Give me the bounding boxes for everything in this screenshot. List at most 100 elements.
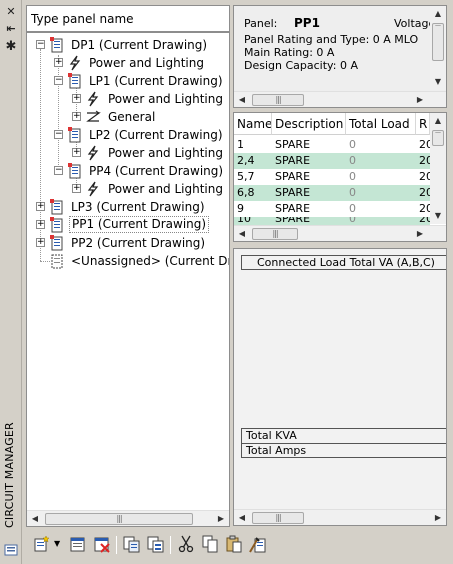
power-lighting-icon	[87, 145, 99, 161]
table-row[interactable]: 10 SPARE 0 20	[234, 217, 430, 225]
table-row[interactable]: 1 SPARE 0 20	[234, 137, 430, 153]
tree-item-label: LP3 (Current Drawing)	[71, 200, 205, 214]
tree-item-label: Power and Lighting	[89, 56, 204, 70]
expand-icon[interactable]: +	[72, 184, 81, 193]
tree-item-lp1[interactable]: − LP1 (Current Drawing)	[27, 72, 229, 90]
tree-item-lp2-power-lighting[interactable]: + Power and Lighting	[27, 144, 229, 162]
panel-value: PP1	[294, 16, 320, 30]
cell-total-load: 0	[349, 138, 356, 151]
expand-icon[interactable]: +	[36, 238, 45, 247]
auto-hide-icon[interactable]: ⇤	[4, 22, 18, 36]
scroll-thumb[interactable]: —	[432, 23, 444, 61]
properties-gear-icon[interactable]: ✱	[4, 40, 18, 54]
tree-item-label: PP4 (Current Drawing)	[89, 164, 224, 178]
info-horizontal-scrollbar[interactable]: ◀ ||| ▶	[234, 91, 446, 107]
column-header-description[interactable]: Description	[272, 113, 346, 135]
column-header-name[interactable]: Name	[234, 113, 272, 135]
table-row[interactable]: 5,7 SPARE 0 20	[234, 169, 430, 185]
cell-r: 20	[419, 170, 430, 183]
scroll-right-icon[interactable]: ▶	[430, 510, 446, 525]
select-circuit-icon[interactable]	[122, 534, 142, 554]
palette-title: CIRCUIT MANAGER	[3, 422, 16, 528]
tree-item-pp4[interactable]: − PP4 (Current Drawing)	[27, 162, 229, 180]
collapse-icon[interactable]: −	[54, 130, 63, 139]
dropdown-arrow-icon[interactable]: ▼	[54, 534, 64, 554]
cell-description: SPARE	[275, 186, 311, 199]
tree-item-pp4-power-lighting[interactable]: + Power and Lighting	[27, 180, 229, 198]
panel-search-input[interactable]	[27, 6, 229, 31]
column-header-total-load[interactable]: Total Load	[346, 113, 416, 135]
column-header-r[interactable]: R	[416, 113, 430, 135]
table-row[interactable]: 2,4 SPARE 0 20	[234, 153, 430, 169]
match-properties-icon[interactable]	[248, 534, 268, 554]
tree-item-pp1[interactable]: + PP1 (Current Drawing)	[27, 216, 229, 234]
panel-search-box[interactable]	[26, 5, 230, 32]
scroll-left-icon[interactable]: ◀	[234, 226, 250, 241]
scroll-left-icon[interactable]: ◀	[234, 92, 250, 107]
main-rating-line: Main Rating: 0 A	[244, 46, 335, 59]
connected-load-header: Connected Load Total VA (A,B,C)	[241, 255, 446, 270]
panel-tree[interactable]: − DP1 (Current Drawing) + Power and Ligh…	[26, 32, 230, 527]
scroll-right-icon[interactable]: ▶	[412, 92, 428, 107]
expand-icon[interactable]: +	[54, 58, 63, 67]
cell-description: SPARE	[275, 217, 311, 225]
circuit-table[interactable]: Name Description Total Load R 1 SPARE 0 …	[233, 112, 447, 242]
scroll-left-icon[interactable]: ◀	[234, 510, 250, 525]
tree-item-label: Power and Lighting	[108, 92, 223, 106]
expand-icon[interactable]: +	[72, 148, 81, 157]
tree-horizontal-scrollbar[interactable]: ◀ ||| ▶	[27, 510, 229, 526]
table-row[interactable]: 6,8 SPARE 0 20	[234, 185, 430, 201]
collapse-icon[interactable]: −	[54, 166, 63, 175]
tree-item-lp1-general[interactable]: + General	[27, 108, 229, 126]
cell-name: 2,4	[237, 154, 255, 167]
cell-description: SPARE	[275, 154, 311, 167]
scroll-thumb[interactable]: |||	[45, 513, 193, 525]
paste-icon[interactable]	[224, 534, 244, 554]
scroll-thumb[interactable]: |||	[252, 512, 304, 524]
palette-menu-icon[interactable]	[4, 543, 18, 557]
cell-total-load: 0	[349, 186, 356, 199]
expand-icon[interactable]: +	[72, 94, 81, 103]
scroll-thumb[interactable]: |||	[252, 228, 298, 240]
panel-rating-line: Panel Rating and Type: 0 A MLO	[244, 33, 419, 46]
tree-item-label-selected: PP1 (Current Drawing)	[69, 216, 210, 233]
tree-item-lp2[interactable]: − LP2 (Current Drawing)	[27, 126, 229, 144]
load-horizontal-scrollbar[interactable]: ◀ ||| ▶	[234, 509, 446, 525]
tree-item-lp1-power-lighting[interactable]: + Power and Lighting	[27, 90, 229, 108]
total-amps-label: Total Amps	[241, 443, 446, 458]
cell-r: 20	[419, 186, 430, 199]
cut-icon[interactable]	[176, 534, 196, 554]
new-panel-icon[interactable]	[32, 534, 52, 554]
tree-item-dp1-power-lighting[interactable]: + Power and Lighting	[27, 54, 229, 72]
collapse-icon[interactable]: −	[36, 40, 45, 49]
expand-icon[interactable]: +	[36, 202, 45, 211]
info-vertical-scrollbar[interactable]: ▲ — ▼	[430, 6, 446, 90]
scroll-up-icon[interactable]: ▲	[430, 113, 446, 129]
expand-icon[interactable]: +	[36, 220, 45, 229]
tree-item-label: Power and Lighting	[108, 146, 223, 160]
scroll-down-icon[interactable]: ▼	[430, 74, 446, 90]
close-icon[interactable]: ✕	[4, 5, 18, 19]
scroll-left-icon[interactable]: ◀	[27, 511, 43, 526]
tree-item-unassigned[interactable]: <Unassigned> (Current Drawi	[27, 252, 229, 270]
expand-icon[interactable]: +	[72, 112, 81, 121]
cell-total-load: 0	[349, 154, 356, 167]
collapse-icon[interactable]: −	[54, 76, 63, 85]
cell-r: 20	[419, 217, 430, 225]
scroll-thumb[interactable]: —	[432, 130, 444, 146]
scroll-up-icon[interactable]: ▲	[430, 6, 446, 22]
delete-circuit-icon[interactable]	[92, 534, 112, 554]
panel-schedule-icon[interactable]	[68, 534, 88, 554]
table-row[interactable]: 9 SPARE 0 20	[234, 201, 430, 217]
tree-item-lp3[interactable]: + LP3 (Current Drawing)	[27, 198, 229, 216]
table-horizontal-scrollbar[interactable]: ◀ ||| ▶	[234, 225, 446, 241]
show-connected-icon[interactable]	[146, 534, 166, 554]
table-vertical-scrollbar[interactable]: ▲ — ▼	[430, 113, 446, 224]
tree-item-dp1[interactable]: − DP1 (Current Drawing)	[27, 36, 229, 54]
scroll-right-icon[interactable]: ▶	[213, 511, 229, 526]
scroll-right-icon[interactable]: ▶	[412, 226, 428, 241]
scroll-thumb[interactable]: |||	[252, 94, 304, 106]
scroll-down-icon[interactable]: ▼	[430, 208, 446, 224]
tree-item-pp2[interactable]: + PP2 (Current Drawing)	[27, 234, 229, 252]
copy-icon[interactable]	[200, 534, 220, 554]
